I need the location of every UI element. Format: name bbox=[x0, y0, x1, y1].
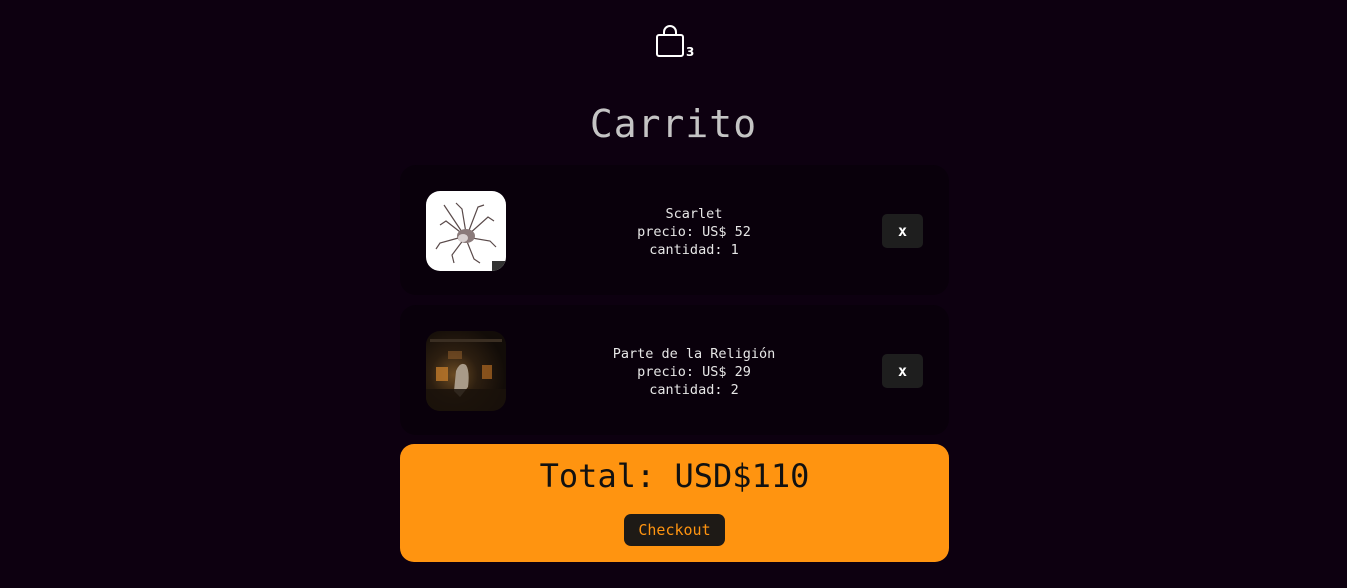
item-quantity: cantidad: 1 bbox=[649, 242, 739, 258]
album-cover-scarlet bbox=[426, 191, 506, 271]
item-quantity: cantidad: 2 bbox=[649, 382, 739, 398]
cart-item: Scarlet precio: US$ 52 cantidad: 1 x bbox=[400, 165, 949, 295]
remove-item-button[interactable]: x bbox=[882, 354, 923, 388]
item-details: Parte de la Religión precio: US$ 29 cant… bbox=[544, 345, 844, 399]
item-details: Scarlet precio: US$ 52 cantidad: 1 bbox=[544, 205, 844, 259]
cart-page: 3 Carrito Scarlet precio: US$ 52 cantida… bbox=[0, 0, 1347, 588]
shopping-bag-icon bbox=[656, 25, 684, 57]
checkout-button[interactable]: Checkout bbox=[624, 514, 725, 546]
item-price: precio: US$ 29 bbox=[637, 364, 751, 380]
cart-count-badge: 3 bbox=[686, 45, 695, 59]
item-price: precio: US$ 52 bbox=[637, 224, 751, 240]
remove-item-button[interactable]: x bbox=[882, 214, 923, 248]
spider-artwork-icon bbox=[435, 202, 506, 271]
album-cover-parte-de-la-religion bbox=[426, 331, 506, 411]
cart-list: Scarlet precio: US$ 52 cantidad: 1 x Par… bbox=[400, 165, 949, 445]
cart-item: Parte de la Religión precio: US$ 29 cant… bbox=[400, 305, 949, 435]
order-summary: Total: USD$110 Checkout bbox=[400, 444, 949, 562]
total-amount: Total: USD$110 bbox=[539, 457, 810, 495]
album-artwork-icon bbox=[426, 339, 506, 411]
cart-button[interactable]: 3 bbox=[655, 24, 699, 64]
item-name: Scarlet bbox=[665, 206, 723, 222]
item-name: Parte de la Religión bbox=[612, 346, 776, 362]
page-title: Carrito bbox=[589, 102, 758, 146]
